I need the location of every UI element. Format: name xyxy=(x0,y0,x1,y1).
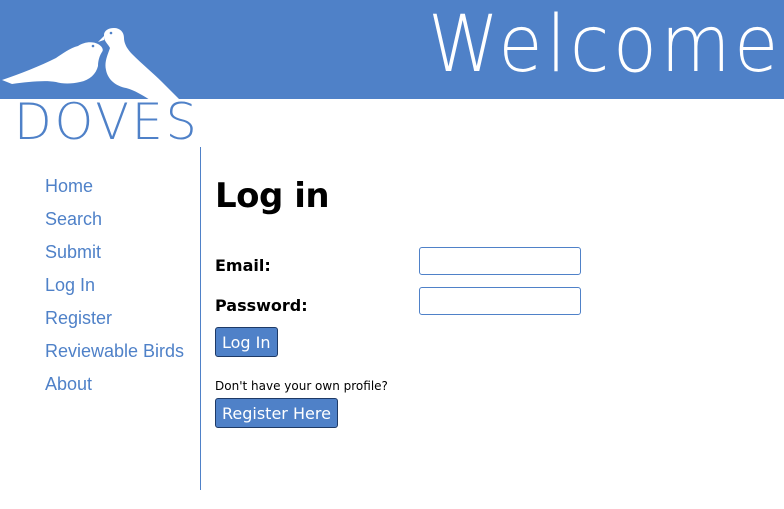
sidebar-nav: Home Search Submit Log In Register Revie… xyxy=(45,170,184,401)
logo-text: DOVES xyxy=(14,93,200,151)
nav-search-link[interactable]: Search xyxy=(45,203,184,236)
page-title: Log in xyxy=(215,176,330,216)
no-profile-text: Don't have your own profile? xyxy=(215,379,388,393)
email-field[interactable] xyxy=(419,247,581,275)
nav-login-link[interactable]: Log In xyxy=(45,269,184,302)
email-label: Email: xyxy=(215,256,271,275)
nav-submit-link[interactable]: Submit xyxy=(45,236,184,269)
nav-about-link[interactable]: About xyxy=(45,368,184,401)
nav-home-link[interactable]: Home xyxy=(45,170,184,203)
doves-icon xyxy=(2,28,179,99)
password-field[interactable] xyxy=(419,287,581,315)
register-here-button[interactable]: Register Here xyxy=(215,398,338,428)
nav-register-link[interactable]: Register xyxy=(45,302,184,335)
header-banner: Welcome t xyxy=(0,0,784,99)
login-button[interactable]: Log In xyxy=(215,327,278,357)
sidebar-divider xyxy=(200,147,201,490)
nav-reviewable-birds-link[interactable]: Reviewable Birds xyxy=(45,335,184,368)
password-label: Password: xyxy=(215,296,308,315)
welcome-heading: Welcome t xyxy=(428,0,784,90)
